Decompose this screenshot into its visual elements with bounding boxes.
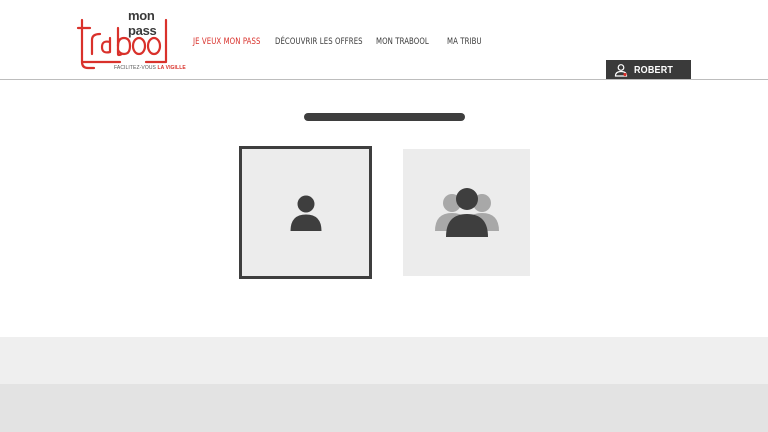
user-account-button[interactable]: ROBERT	[606, 60, 691, 80]
footer-bottom-band	[0, 384, 768, 432]
header: mon pass FACILITEZ-VOUS LA VIGILLE JE VE…	[0, 0, 768, 80]
header-divider	[0, 79, 768, 80]
page-title-placeholder	[304, 113, 465, 121]
nav-item-je-veux-mon-pass[interactable]: JE VEUX MON PASS	[193, 37, 260, 47]
option-card-group[interactable]	[403, 149, 530, 276]
nav-item-decouvrir-les-offres[interactable]: DÉCOUVRIR LES OFFRES	[275, 37, 363, 47]
tagline-prefix: FACILITEZ-VOUS	[114, 65, 156, 71]
group-people-icon	[434, 187, 499, 237]
logo-tagline: FACILITEZ-VOUS LA VIGILLE	[114, 65, 186, 71]
nav-item-mon-trabool[interactable]: MON TRABOOL	[376, 37, 429, 47]
option-card-solo[interactable]	[239, 146, 372, 279]
user-icon	[614, 64, 628, 77]
single-person-icon	[290, 195, 321, 231]
trabool-wordmark	[76, 18, 168, 70]
trabool-logo[interactable]: mon pass FACILITEZ-VOUS LA VIGILLE	[76, 8, 186, 74]
tagline-highlight: LA VIGILLE	[157, 65, 186, 71]
user-name: ROBERT	[634, 64, 674, 76]
nav-item-ma-tribu[interactable]: MA TRIBU	[447, 37, 482, 47]
footer-top-band	[0, 337, 768, 384]
